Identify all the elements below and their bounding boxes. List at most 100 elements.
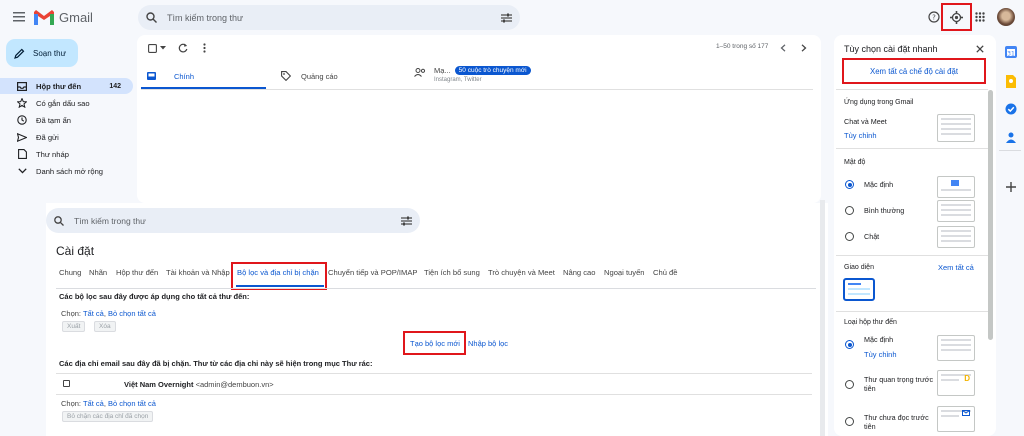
density-comfortable-label: Bình thường <box>864 206 905 215</box>
compose-button[interactable]: Soạn thư <box>6 39 78 67</box>
settings-tab-inbox[interactable]: Hộp thư đến <box>116 268 158 277</box>
settings-tab-divider <box>56 288 816 289</box>
draft-icon <box>17 149 27 159</box>
svg-text:31: 31 <box>1007 50 1015 57</box>
select-all-link[interactable]: Tất cả <box>83 309 104 318</box>
settings-tab-general[interactable]: Chung <box>59 268 81 277</box>
settings-tab-accounts[interactable]: Tài khoản và Nhập <box>166 268 230 277</box>
settings-search-input[interactable]: Tìm kiếm trong thư <box>74 216 146 226</box>
tab-primary[interactable]: Chính <box>147 64 194 88</box>
search-options-icon[interactable] <box>401 216 412 226</box>
top-search-bar[interactable]: Tìm kiếm trong thư <box>138 5 520 30</box>
svg-text:?: ? <box>932 14 936 22</box>
hamburger-icon <box>13 12 25 22</box>
settings-search-bar[interactable]: Tìm kiếm trong thư <box>46 208 420 233</box>
settings-tab-themes[interactable]: Chủ đề <box>653 268 678 277</box>
refresh-icon <box>178 43 188 53</box>
sidebar-item-drafts[interactable]: Thư nháp <box>0 146 133 162</box>
density-comfortable-thumbnail <box>937 200 975 222</box>
sidebar-item-inbox[interactable]: Hộp thư đến 142 <box>0 78 133 94</box>
apps-button[interactable] <box>973 10 987 24</box>
select-none-link[interactable]: Bỏ chọn tất cả <box>108 309 156 318</box>
import-filter-link[interactable]: Nhập bộ lọc <box>468 339 508 348</box>
inbox-customize-link[interactable]: Tùy chỉnh <box>864 350 897 359</box>
send-icon <box>17 132 27 142</box>
theme-see-all-link[interactable]: Xem tất cả <box>938 263 974 272</box>
keep-app-button[interactable] <box>1002 72 1020 90</box>
select-prefix: Chọn: <box>61 309 83 318</box>
chevron-right-icon <box>801 44 807 52</box>
inbox-icon <box>17 81 27 91</box>
main-menu-button[interactable] <box>10 8 28 26</box>
density-default-radio[interactable] <box>845 180 854 189</box>
qs-divider <box>836 311 988 312</box>
density-default-label: Mặc định <box>864 180 894 189</box>
people-icon <box>414 68 426 77</box>
sidebar-item-sent[interactable]: Đã gửi <box>0 129 133 145</box>
pagination-text: 1–50 trong số 177 <box>716 43 769 50</box>
get-addons-button[interactable] <box>1002 178 1020 196</box>
close-quick-settings-button[interactable] <box>974 43 986 55</box>
refresh-button[interactable] <box>177 42 189 54</box>
settings-tab-offline[interactable]: Ngoại tuyến <box>604 268 645 277</box>
search-options-icon[interactable] <box>501 13 512 23</box>
filters-select-row: Chọn: Tất cả, Bỏ chọn tất cả <box>61 309 156 318</box>
tasks-app-button[interactable] <box>1002 100 1020 118</box>
settings-tab-chat[interactable]: Trò chuyện và Meet <box>488 268 555 277</box>
support-button[interactable]: ? <box>927 10 941 24</box>
checkbox-icon <box>147 43 157 53</box>
search-icon[interactable] <box>54 215 64 226</box>
search-icon[interactable] <box>146 12 157 23</box>
settings-tab-labels[interactable]: Nhãn <box>89 268 107 277</box>
settings-tab-addons[interactable]: Tiện ích bổ sung <box>424 268 480 277</box>
blocked-row-top-divider <box>56 373 812 374</box>
newer-button[interactable] <box>777 42 789 54</box>
unblock-button[interactable]: Bỏ chặn các địa chỉ đã chọn <box>62 411 154 422</box>
envelope-icon <box>962 410 970 416</box>
gmail-logo[interactable]: Gmail <box>34 9 93 25</box>
sidebar-item-more[interactable]: Danh sách mở rộng <box>0 163 133 179</box>
apps-customize-link[interactable]: Tùy chỉnh <box>844 131 877 140</box>
calendar-app-button[interactable]: 31 <box>1002 43 1020 61</box>
inbox-unread-radio[interactable] <box>845 417 854 426</box>
tab-promotions[interactable]: Quảng cáo <box>281 64 338 88</box>
settings-tab-forwarding[interactable]: Chuyển tiếp và POP/IMAP <box>328 268 417 277</box>
quick-settings-scrollbar[interactable] <box>988 90 993 340</box>
blocked-name: Việt Nam Overnight <box>124 380 194 389</box>
blocked-address-checkbox[interactable] <box>63 380 70 387</box>
account-avatar[interactable] <box>997 8 1015 26</box>
density-compact-radio[interactable] <box>845 232 854 241</box>
sidebar-item-starred[interactable]: Có gắn dấu sao <box>0 95 133 111</box>
sidebar-item-snoozed[interactable]: Đã tạm ẩn <box>0 112 133 128</box>
filters-tab-highlight-box <box>231 262 327 290</box>
theme-default-thumbnail[interactable] <box>843 278 875 301</box>
inbox-important-radio[interactable] <box>845 380 854 389</box>
older-button[interactable] <box>798 42 810 54</box>
tab-social[interactable]: Mạ... 50 cuộc trò chuyện mới Instagram, … <box>414 66 531 83</box>
more-vert-icon <box>202 43 206 53</box>
export-button[interactable]: Xuất <box>62 321 86 332</box>
settings-tab-advanced[interactable]: Nâng cao <box>563 268 596 277</box>
compose-label: Soạn thư <box>33 48 66 58</box>
settings-scrollbar[interactable] <box>820 200 825 436</box>
search-input[interactable]: Tìm kiếm trong thư <box>167 13 243 23</box>
inbox-important-thumbnail: D <box>937 370 975 396</box>
more-actions-button[interactable] <box>198 42 210 54</box>
select-prefix: Chọn: <box>61 399 83 408</box>
inbox-default-radio[interactable] <box>845 340 854 349</box>
chevron-down-icon <box>17 168 27 174</box>
keep-icon <box>1006 74 1016 88</box>
contacts-app-button[interactable] <box>1002 128 1020 146</box>
select-none-link[interactable]: Bỏ chọn tất cả <box>108 399 156 408</box>
density-comfortable-radio[interactable] <box>845 206 854 215</box>
chevron-left-icon <box>780 44 786 52</box>
blocked-select-row: Chọn: Tất cả, Bỏ chọn tất cả <box>61 399 156 408</box>
tab-label: Mạ... <box>434 66 451 75</box>
delete-button[interactable]: Xóa <box>94 321 116 332</box>
select-all-link[interactable]: Tất cả <box>83 399 104 408</box>
inbox-unread-label: Thư chưa đọc trước tiên <box>864 413 929 431</box>
apps-preview-thumbnail <box>937 114 975 142</box>
select-menu-button[interactable] <box>157 42 169 54</box>
inbox-type-heading: Loại hộp thư đến <box>844 319 897 326</box>
tab-divider <box>141 89 813 90</box>
